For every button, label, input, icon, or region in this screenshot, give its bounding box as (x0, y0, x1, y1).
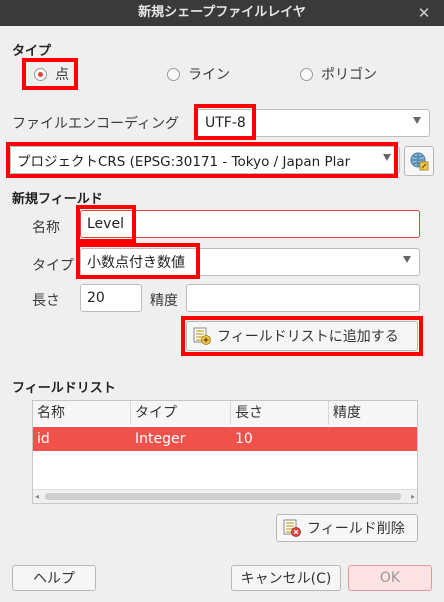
annotation-highlight-add (181, 316, 423, 356)
annotation-highlight-type (76, 243, 200, 279)
column-header-length[interactable]: 長さ (231, 401, 329, 425)
chevron-down-icon (403, 256, 411, 263)
column-header-name[interactable]: 名称 (33, 401, 131, 425)
radio-polygon[interactable]: ポリゴン (300, 64, 377, 84)
annotation-highlight-crs (6, 142, 398, 178)
ok-label: OK (379, 570, 401, 586)
ok-button[interactable]: OK (348, 565, 432, 591)
field-length-input[interactable]: 20 (80, 284, 142, 312)
table-cell-type: Integer (135, 431, 186, 447)
encoding-label: ファイルエンコーディング (12, 116, 180, 132)
horizontal-scrollbar[interactable]: ◂ ▸ (33, 489, 417, 503)
scroll-left-icon[interactable]: ◂ (35, 492, 39, 501)
table-cell-precision (329, 427, 417, 451)
field-precision-input[interactable] (186, 284, 420, 312)
column-header-precision[interactable]: 精度 (329, 401, 417, 425)
chevron-down-icon (413, 117, 421, 124)
field-length-value: 20 (87, 290, 105, 306)
field-type-label: タイプ (32, 258, 74, 274)
scroll-right-icon[interactable]: ▸ (411, 492, 415, 501)
column-header-type[interactable]: タイプ (131, 401, 231, 425)
radio-line-indicator[interactable] (167, 67, 180, 81)
delete-field-button[interactable]: フィールド削除 (276, 514, 418, 542)
radio-line-label: ライン (188, 67, 230, 83)
help-button[interactable]: ヘルプ (12, 565, 96, 591)
radio-polygon-label: ポリゴン (321, 67, 377, 83)
table-cell-length: 10 (235, 431, 253, 447)
field-precision-label: 精度 (150, 293, 178, 309)
radio-polygon-indicator[interactable] (300, 67, 313, 81)
window-titlebar: 新規シェープファイルレイヤ (0, 0, 444, 26)
delete-field-label: フィールド削除 (307, 521, 405, 537)
cancel-button[interactable]: キャンセル(C) (231, 565, 341, 591)
crs-selector-button[interactable] (404, 146, 434, 176)
annotation-highlight-encoding (194, 104, 256, 140)
field-list-table[interactable]: 名称 タイプ 長さ 精度 id Integer 10 ◂ ▸ (32, 400, 418, 504)
annotation-highlight-point (22, 58, 78, 90)
close-icon[interactable]: ✕ (414, 3, 434, 23)
help-label: ヘルプ (33, 571, 75, 587)
type-section-title: タイプ (12, 44, 52, 59)
field-length-label: 長さ (32, 293, 60, 309)
delete-field-icon (283, 519, 301, 537)
field-list-section-title: フィールドリスト (12, 381, 116, 396)
window-title: 新規シェープファイルレイヤ (138, 5, 306, 20)
table-cell-name: id (37, 431, 50, 447)
globe-icon (410, 152, 429, 171)
radio-line[interactable]: ライン (167, 64, 230, 84)
annotation-highlight-name (76, 205, 136, 243)
scrollbar-thumb[interactable] (45, 493, 401, 500)
field-name-label: 名称 (32, 220, 60, 236)
cancel-label: キャンセル(C) (240, 571, 332, 587)
